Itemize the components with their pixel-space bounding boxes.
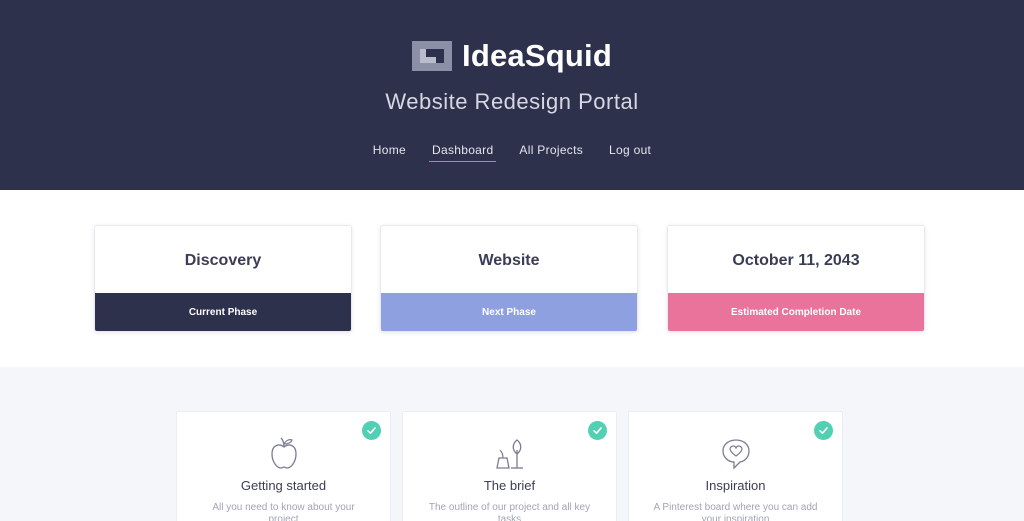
portal-title: Website Redesign Portal <box>385 89 639 114</box>
tasks-section: Getting started All you need to know abo… <box>0 367 1024 521</box>
task-description: A Pinterest board where you can add your… <box>653 502 818 521</box>
nav-all-projects[interactable]: All Projects <box>516 141 586 162</box>
logo[interactable]: IdeaSquid <box>0 38 1024 74</box>
task-card-the-brief[interactable]: The brief The outline of our project and… <box>402 411 617 521</box>
next-phase-card: Website Next Phase <box>380 225 638 332</box>
apple-icon <box>270 437 297 469</box>
phase-label: Next Phase <box>381 293 637 331</box>
task-description: The outline of our project and all key t… <box>428 502 591 521</box>
site-header: IdeaSquid Website Redesign Portal Home D… <box>0 0 1024 190</box>
phase-label: Current Phase <box>95 293 351 331</box>
nav-log-out[interactable]: Log out <box>606 141 654 162</box>
logo-mark-icon <box>412 41 453 71</box>
check-icon <box>362 421 381 440</box>
task-description: All you need to know about your project <box>212 502 355 521</box>
phase-value: Website <box>478 251 540 269</box>
heart-bubble-icon <box>721 439 750 470</box>
task-title: Inspiration <box>705 478 766 493</box>
current-phase-card: Discovery Current Phase <box>94 225 352 332</box>
nav-home[interactable]: Home <box>370 141 409 162</box>
task-title: The brief <box>483 478 536 493</box>
plant-icon <box>495 439 523 469</box>
check-icon <box>588 421 607 440</box>
nav-dashboard[interactable]: Dashboard <box>429 141 497 162</box>
phase-label: Estimated Completion Date <box>668 293 924 331</box>
phase-value: October 11, 2043 <box>732 251 860 269</box>
completion-date-card: October 11, 2043 Estimated Completion Da… <box>667 225 925 332</box>
task-card-getting-started[interactable]: Getting started All you need to know abo… <box>176 411 391 521</box>
phase-value: Discovery <box>184 251 262 269</box>
task-title: Getting started <box>240 478 327 493</box>
logo-text: IdeaSquid <box>462 38 612 73</box>
phase-overview: Discovery Current Phase Website Next Pha… <box>0 190 1024 367</box>
check-icon <box>814 421 833 440</box>
task-card-inspiration[interactable]: Inspiration A Pinterest board where you … <box>628 411 843 521</box>
main-nav: Home Dashboard All Projects Log out <box>0 141 1024 162</box>
